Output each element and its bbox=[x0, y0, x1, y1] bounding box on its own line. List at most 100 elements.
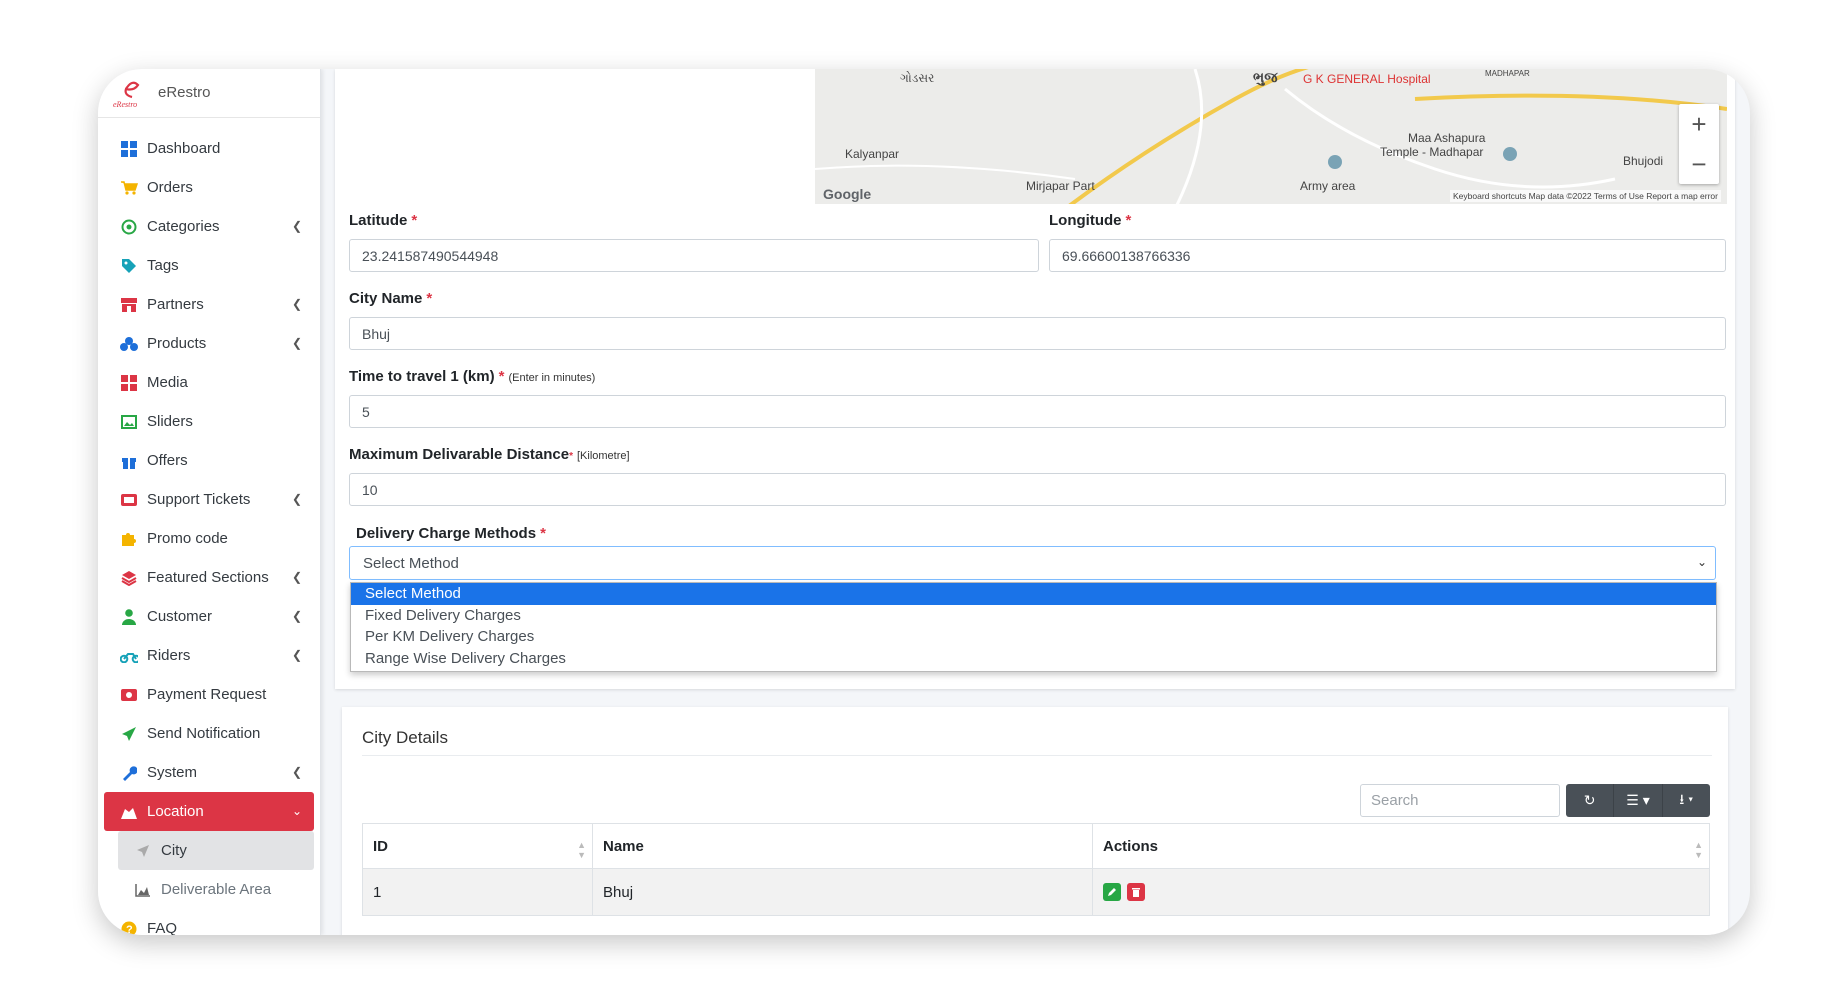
map-label: Army area bbox=[1300, 179, 1356, 193]
paper-plane-icon bbox=[120, 725, 138, 743]
map-marker-icon bbox=[120, 803, 138, 821]
sidebar-item-system[interactable]: System ❮ bbox=[98, 753, 320, 792]
sidebar-item-city[interactable]: City bbox=[118, 831, 314, 870]
chevron-left-icon: ❮ bbox=[291, 765, 302, 779]
sidebar-item-promo-code[interactable]: Promo code bbox=[98, 519, 320, 558]
erestro-logo: eRestro bbox=[113, 81, 140, 109]
store-icon bbox=[120, 296, 138, 314]
table-search-input[interactable]: Search bbox=[1360, 784, 1560, 817]
cell-name: Bhuj bbox=[593, 869, 1093, 915]
sidebar-item-label: Products bbox=[147, 335, 207, 352]
max-distance-input[interactable]: 10 bbox=[349, 473, 1726, 506]
city-name-input[interactable]: Bhuj bbox=[349, 317, 1726, 350]
map-zoom-controls: + − bbox=[1679, 104, 1719, 184]
sidebar-item-sliders[interactable]: Sliders bbox=[98, 402, 320, 441]
dropdown-option-select-method[interactable]: Select Method bbox=[351, 583, 1716, 605]
cell-actions bbox=[1093, 869, 1709, 915]
column-header-name[interactable]: Name bbox=[593, 824, 1093, 868]
city-details-title: City Details bbox=[362, 728, 448, 747]
chevron-down-icon: ⌄ bbox=[291, 804, 302, 818]
sidebar-nav: Dashboard Orders Categories ❮ Tags Partn… bbox=[98, 129, 320, 935]
column-header-id[interactable]: ID ▲ ▼ bbox=[363, 824, 593, 868]
wrench-icon bbox=[120, 764, 138, 782]
map-label: Maa Ashapura bbox=[1408, 131, 1486, 145]
dropdown-option-fixed[interactable]: Fixed Delivery Charges bbox=[351, 605, 1716, 627]
dropdown-option-per-km[interactable]: Per KM Delivery Charges bbox=[351, 626, 1716, 648]
sidebar-item-faq[interactable]: ? FAQ bbox=[98, 909, 320, 935]
tag-icon bbox=[120, 257, 138, 275]
sidebar-item-media[interactable]: Media bbox=[98, 363, 320, 402]
latitude-input[interactable]: 23.241587490544948 bbox=[349, 239, 1039, 272]
sidebar-item-label: Riders bbox=[147, 647, 191, 664]
cell-id: 1 bbox=[363, 869, 593, 915]
delivery-charge-method-select[interactable]: Select Method ⌄ bbox=[349, 546, 1716, 580]
sidebar-item-label: Dashboard bbox=[147, 140, 221, 157]
sidebar-item-products[interactable]: Products ❮ bbox=[98, 324, 320, 363]
chevron-left-icon: ❮ bbox=[291, 492, 302, 506]
divider bbox=[362, 755, 1712, 756]
sidebar-item-send-notification[interactable]: Send Notification bbox=[98, 714, 320, 753]
city-details-card: City Details Search ↻ ☰ ▾ ⭳ ▾ ID ▲ ▼ Name … bbox=[342, 707, 1728, 935]
sidebar-item-label: Customer bbox=[147, 608, 213, 625]
map-footer: Keyboard shortcuts Map data ©2022 Terms … bbox=[1449, 190, 1721, 202]
map-view[interactable]: ગોડસર ભુજ G K GENERAL Hospital MADHAPAR … bbox=[815, 69, 1727, 204]
sidebar-item-label: Tags bbox=[147, 257, 179, 274]
sidebar-item-customer[interactable]: Customer ❮ bbox=[98, 597, 320, 636]
edit-button[interactable] bbox=[1103, 883, 1121, 901]
chevron-left-icon: ❮ bbox=[291, 219, 302, 233]
sidebar-item-label: Featured Sections bbox=[147, 569, 269, 586]
sidebar-item-location[interactable]: Location ⌄ bbox=[104, 792, 314, 831]
sort-icon: ▲ ▼ bbox=[577, 840, 586, 860]
money-icon bbox=[120, 686, 138, 704]
zoom-out-button[interactable]: − bbox=[1679, 144, 1719, 184]
sidebar-item-tags[interactable]: Tags bbox=[98, 246, 320, 285]
delete-button[interactable] bbox=[1127, 883, 1145, 901]
dropdown-option-range-wise[interactable]: Range Wise Delivery Charges bbox=[351, 648, 1716, 670]
sidebar-item-label: System bbox=[147, 764, 198, 781]
area-chart-icon bbox=[134, 881, 152, 899]
map-label: MADHAPAR bbox=[1485, 69, 1530, 78]
time-to-travel-input[interactable]: 5 bbox=[349, 395, 1726, 428]
refresh-button[interactable]: ↻ bbox=[1566, 784, 1615, 817]
map-roads bbox=[815, 69, 1727, 204]
city-name-label: City Name * bbox=[349, 290, 433, 307]
columns-button[interactable]: ☰ ▾ bbox=[1614, 784, 1663, 817]
map-label: ગોડસર bbox=[900, 71, 935, 85]
sidebar-item-deliverable-area[interactable]: Deliverable Area bbox=[98, 870, 320, 909]
sidebar-item-support-tickets[interactable]: Support Tickets ❮ bbox=[98, 480, 320, 519]
sidebar-item-dashboard[interactable]: Dashboard bbox=[98, 129, 320, 168]
longitude-input[interactable]: 69.66600138766336 bbox=[1049, 239, 1726, 272]
app-window: eRestro eRestro Dashboard Orders Categor… bbox=[98, 69, 1750, 935]
zoom-in-button[interactable]: + bbox=[1679, 104, 1719, 144]
city-form-card: ગોડસર ભુજ G K GENERAL Hospital MADHAPAR … bbox=[335, 69, 1735, 689]
brand[interactable]: eRestro eRestro bbox=[98, 69, 320, 118]
chevron-down-icon: ⌄ bbox=[1696, 555, 1707, 569]
city-table: ID ▲ ▼ Name Actions ▲ ▼ 1 Bhuj bbox=[362, 823, 1710, 916]
time-to-travel-label: Time to travel 1 (km) * (Enter in minutes) bbox=[349, 368, 596, 385]
sort-icon: ▲ ▼ bbox=[1694, 840, 1703, 860]
sidebar-item-label: Promo code bbox=[147, 530, 228, 547]
sidebar-item-featured-sections[interactable]: Featured Sections ❮ bbox=[98, 558, 320, 597]
sidebar-item-label: Deliverable Area bbox=[161, 881, 272, 898]
sidebar-item-label: Categories bbox=[147, 218, 220, 235]
slider-icon bbox=[120, 413, 138, 431]
chevron-left-icon: ❮ bbox=[291, 648, 302, 662]
sidebar-item-payment-request[interactable]: Payment Request bbox=[98, 675, 320, 714]
export-button[interactable]: ⭳ ▾ bbox=[1663, 784, 1710, 817]
sidebar-item-riders[interactable]: Riders ❮ bbox=[98, 636, 320, 675]
delivery-charge-methods-label: Delivery Charge Methods * bbox=[356, 525, 546, 542]
map-label: Mirjapar Part bbox=[1026, 179, 1095, 193]
chevron-left-icon: ❮ bbox=[291, 570, 302, 584]
sidebar-item-label: Location bbox=[147, 803, 204, 820]
sidebar-item-offers[interactable]: Offers bbox=[98, 441, 320, 480]
categories-icon bbox=[120, 218, 138, 236]
dashboard-icon bbox=[120, 140, 138, 158]
sidebar-item-categories[interactable]: Categories ❮ bbox=[98, 207, 320, 246]
sidebar-item-label: Support Tickets bbox=[147, 491, 251, 508]
sidebar-item-orders[interactable]: Orders bbox=[98, 168, 320, 207]
sidebar-item-partners[interactable]: Partners ❮ bbox=[98, 285, 320, 324]
user-icon bbox=[120, 608, 138, 626]
table-row: 1 Bhuj bbox=[362, 869, 1710, 916]
column-header-actions[interactable]: Actions ▲ ▼ bbox=[1093, 824, 1709, 868]
chevron-left-icon: ❮ bbox=[291, 336, 302, 350]
